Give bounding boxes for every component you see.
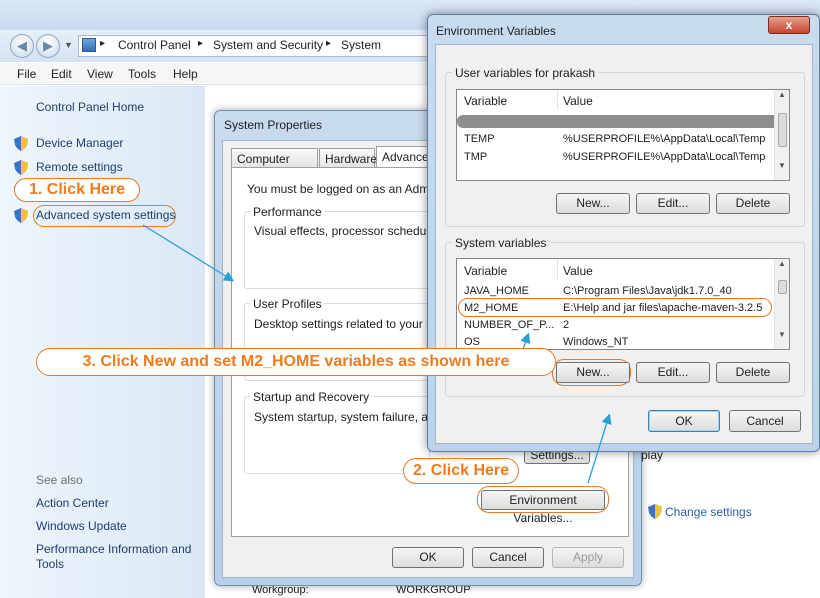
scroll-thumb[interactable] — [777, 280, 787, 294]
user-profiles-description: Desktop settings related to your logo — [254, 317, 449, 331]
system-row-value[interactable]: E:\Help and jar files\apache-maven-3.2.5 — [563, 302, 762, 314]
breadcrumb-separator-icon: ▸ — [198, 38, 204, 49]
change-settings-link[interactable]: Change settings — [665, 505, 752, 519]
windows-update-link[interactable]: Windows Update — [36, 519, 127, 533]
recent-pages-chevron-icon[interactable]: ▼ — [64, 40, 73, 50]
logon-note: You must be logged on as an Administ — [247, 182, 451, 196]
user-value-column-header[interactable]: Value — [563, 94, 593, 108]
advanced-system-settings-link[interactable]: Advanced system settings — [36, 208, 175, 222]
see-also-heading: See also — [36, 473, 83, 487]
shield-icon — [14, 160, 28, 175]
system-row-value[interactable]: C:\Program Files\Java\jdk1.7.0_40 — [563, 285, 732, 297]
user-variable-column-header[interactable]: Variable — [464, 94, 507, 108]
shield-icon — [648, 504, 662, 519]
remote-settings-link[interactable]: Remote settings — [36, 160, 123, 174]
system-row-variable[interactable]: OS — [464, 336, 480, 348]
user-edit-button[interactable]: Edit... — [636, 193, 710, 214]
system-list-scrollbar[interactable]: ▲ ▼ — [774, 259, 789, 349]
performance-group — [244, 211, 430, 289]
shield-icon — [14, 208, 28, 223]
env-ok-button[interactable]: OK — [648, 410, 720, 432]
forward-icon[interactable]: ▶ — [36, 34, 60, 58]
scroll-up-icon[interactable]: ▲ — [775, 90, 789, 99]
system-new-button[interactable]: New... — [556, 362, 630, 383]
breadcrumb-system[interactable]: System — [341, 38, 381, 52]
system-variables-label: System variables — [452, 236, 550, 250]
menu-view[interactable]: View — [87, 67, 113, 81]
startup-recovery-label: Startup and Recovery — [250, 390, 373, 404]
ok-button[interactable]: OK — [392, 547, 464, 568]
step2-callout: 2. Click Here — [403, 458, 519, 484]
breadcrumb-system-and-security[interactable]: System and Security — [213, 38, 323, 52]
scroll-up-icon[interactable]: ▲ — [775, 259, 789, 268]
user-row-variable[interactable]: TMP — [464, 151, 487, 163]
action-center-link[interactable]: Action Center — [36, 496, 109, 510]
breadcrumb-control-panel[interactable]: Control Panel — [118, 38, 191, 52]
system-edit-button[interactable]: Edit... — [636, 362, 710, 383]
user-row-value[interactable]: %USERPROFILE%\AppData\Local\Temp — [563, 151, 765, 163]
breadcrumb-separator-icon: ▸ — [326, 38, 332, 49]
control-panel-icon — [82, 38, 96, 52]
system-row-variable[interactable]: NUMBER_OF_P... — [464, 319, 554, 331]
step1-callout: 1. Click Here — [14, 178, 140, 202]
shield-icon — [14, 136, 28, 151]
step3-callout: 3. Click New and set M2_HOME variables a… — [36, 348, 556, 376]
device-manager-link[interactable]: Device Manager — [36, 136, 123, 150]
user-new-button[interactable]: New... — [556, 193, 630, 214]
scroll-down-icon[interactable]: ▼ — [775, 330, 789, 339]
system-value-column-header[interactable]: Value — [563, 264, 593, 278]
redacted-row — [457, 115, 779, 128]
performance-label: Performance — [250, 205, 325, 219]
user-delete-button[interactable]: Delete — [716, 193, 790, 214]
apply-button: Apply — [552, 547, 624, 568]
scroll-thumb[interactable] — [777, 113, 787, 147]
tab-computer-name[interactable]: Computer Name — [231, 148, 318, 180]
control-panel-home-link[interactable]: Control Panel Home — [36, 100, 144, 114]
scroll-down-icon[interactable]: ▼ — [775, 161, 789, 170]
environment-variables-button[interactable]: Environment Variables... — [481, 490, 605, 525]
user-row-value[interactable]: %USERPROFILE%\AppData\Local\Temp — [563, 133, 765, 145]
menu-tools[interactable]: Tools — [128, 67, 156, 81]
menu-help[interactable]: Help — [173, 67, 198, 81]
tab-advanced[interactable]: Advanced — [376, 146, 428, 168]
system-row-variable[interactable]: M2_HOME — [464, 302, 518, 314]
system-row-variable[interactable]: JAVA_HOME — [464, 285, 529, 297]
user-list-scrollbar[interactable]: ▲ ▼ — [774, 90, 789, 180]
back-icon[interactable]: ◀ — [10, 34, 34, 58]
tab-hardware[interactable]: Hardware — [319, 148, 377, 168]
user-row-variable[interactable]: TEMP — [464, 133, 495, 145]
environment-variables-title: Environment Variables — [436, 24, 556, 38]
performance-description: Visual effects, processor scheduling, — [254, 224, 449, 238]
close-icon[interactable]: x — [768, 16, 810, 34]
system-delete-button[interactable]: Delete — [716, 362, 790, 383]
startup-recovery-group — [244, 396, 430, 474]
user-profiles-label: User Profiles — [250, 297, 325, 311]
system-properties-title: System Properties — [224, 118, 323, 132]
column-divider — [557, 259, 558, 279]
system-row-value[interactable]: Windows_NT — [563, 336, 628, 348]
user-variables-label: User variables for prakash — [452, 66, 599, 80]
menu-file[interactable]: File — [17, 67, 36, 81]
menu-edit[interactable]: Edit — [51, 67, 72, 81]
system-row-value[interactable]: 2 — [563, 319, 569, 331]
env-cancel-button[interactable]: Cancel — [729, 410, 801, 432]
breadcrumb-separator-icon: ▸ — [100, 38, 106, 49]
performance-information-link[interactable]: Performance Information and Tools — [36, 542, 201, 572]
column-divider — [557, 90, 558, 110]
cancel-button[interactable]: Cancel — [472, 547, 544, 568]
system-variable-column-header[interactable]: Variable — [464, 264, 507, 278]
